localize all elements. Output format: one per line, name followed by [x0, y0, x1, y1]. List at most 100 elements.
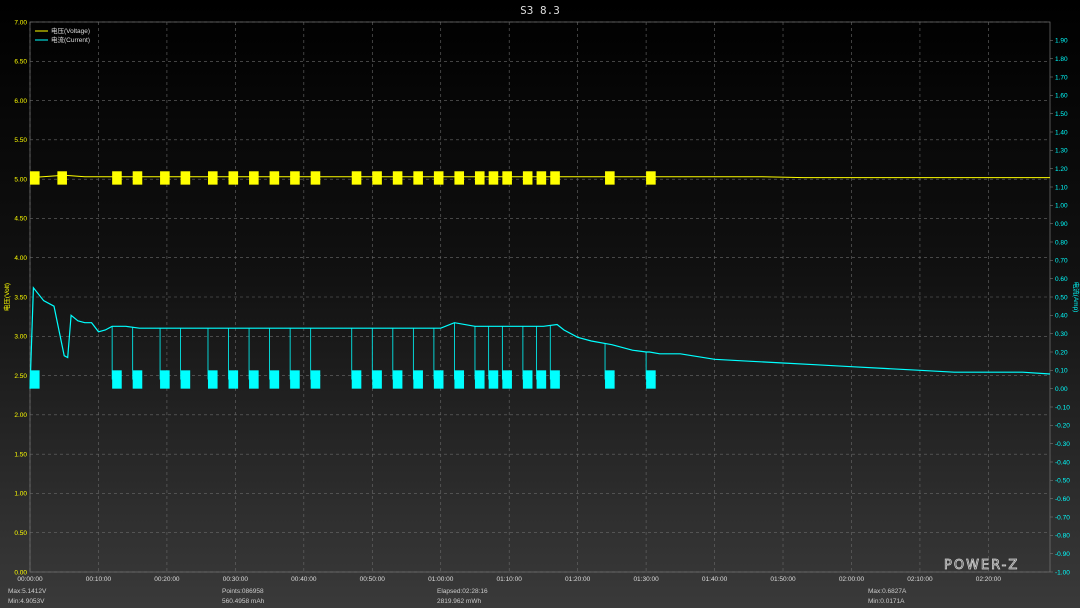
y-left-tick-label: 3.00 [14, 334, 27, 341]
voltage-burst [372, 171, 382, 185]
x-tick-label: 01:20:00 [565, 576, 591, 583]
current-drop-block [160, 370, 170, 389]
y-right-tick-label: 0.20 [1055, 349, 1068, 356]
y-right-tick-label: -1.00 [1055, 569, 1070, 576]
voltage-burst [30, 171, 40, 185]
x-ticks: 00:00:00 00:10:00 00:20:00 00:30:00 00:40:00… [17, 576, 1001, 583]
voltage-burst [413, 171, 423, 185]
y-right-tick-label: 0.40 [1055, 313, 1068, 320]
y-right-tick-label: 0.30 [1055, 331, 1068, 338]
current-drop-block [392, 370, 403, 389]
voltage-burst [228, 171, 239, 185]
series-layer [29, 171, 1051, 389]
current-drop-block [249, 370, 259, 389]
y-right-tick-label: -0.80 [1055, 533, 1070, 540]
current-drop-block [112, 370, 122, 389]
stat-min-current: Min:0.0171A [868, 598, 905, 605]
y-right-tick-label: 0.90 [1055, 221, 1068, 228]
current-drop-block [207, 370, 218, 389]
y-right-tick-label: 1.70 [1055, 74, 1068, 81]
voltage-burst [57, 171, 67, 185]
y-right-tick-label: 1.50 [1055, 111, 1068, 118]
x-tick-label: 01:50:00 [770, 576, 796, 583]
current-drop-block [474, 370, 485, 389]
x-tick-label: 00:10:00 [86, 576, 112, 583]
current-drop-block [132, 370, 143, 389]
y-right-tick-label: -0.40 [1055, 459, 1070, 466]
voltage-burst [646, 171, 656, 185]
voltage-burst [132, 171, 143, 185]
y-right-tick-label: 0.80 [1055, 239, 1068, 246]
voltage-burst [474, 171, 485, 185]
stat-energy: 2819.962 mWh [437, 598, 481, 605]
voltage-burst [454, 171, 465, 185]
y-left-tick-label: 0.50 [14, 530, 27, 537]
x-tick-label: 00:40:00 [291, 576, 317, 583]
current-drop-block [433, 370, 444, 389]
x-tick-label: 02:10:00 [907, 576, 933, 583]
y-left-tick-label: 1.00 [14, 491, 27, 498]
voltage-burst [522, 171, 533, 185]
current-drop-block [290, 370, 300, 389]
x-tick-label: 00:00:00 [17, 576, 43, 583]
current-drop-block [522, 370, 533, 389]
current-drop-block [269, 370, 280, 389]
y-right-tick-label: 1.90 [1055, 38, 1068, 45]
y-right-tick-label: 1.30 [1055, 148, 1068, 155]
y-left-tick-label: 6.00 [14, 98, 27, 105]
voltage-burst [207, 171, 218, 185]
stat-points: Points:086958 [222, 588, 264, 595]
current-drop-block [413, 370, 423, 389]
x-tick-label: 01:40:00 [702, 576, 728, 583]
legend-voltage: 电压(Voltage) [51, 26, 90, 35]
voltage-burst [550, 171, 560, 185]
x-tick-label: 01:10:00 [497, 576, 523, 583]
current-drop-block [605, 370, 615, 389]
stat-max-current: Max:0.6827A [868, 588, 907, 595]
y-right-tick-label: 0.00 [1055, 386, 1068, 393]
current-drop-block [30, 370, 40, 389]
y-right-label: 电流(Amp) [1072, 282, 1080, 313]
voltage-burst [249, 171, 259, 185]
y-left-tick-label: 5.50 [14, 137, 27, 144]
y-right-ticks: -1.00 -0.90 -0.80 -0.70 -0.60 -0.50 -0.40 -0.30… [1050, 38, 1070, 576]
y-right-tick-label: -0.90 [1055, 551, 1070, 558]
stat-elapsed: Elapsed:02:28:16 [437, 588, 488, 595]
y-right-tick-label: 1.00 [1055, 203, 1068, 210]
stat-max-voltage: Max:5.1412V [8, 588, 47, 595]
stat-min-voltage: Min:4.9053V [8, 598, 45, 605]
y-left-tick-label: 3.50 [14, 294, 27, 301]
current-drop-block [310, 370, 321, 389]
voltage-burst [112, 171, 122, 185]
current-drop-block [454, 370, 465, 389]
y-left-tick-label: 5.00 [14, 176, 27, 183]
legend: 电压(Voltage) 电流(Current) [35, 26, 90, 44]
y-right-tick-label: -0.70 [1055, 514, 1070, 521]
y-right-tick-label: 1.20 [1055, 166, 1068, 173]
y-left-tick-label: 7.00 [14, 19, 27, 26]
voltage-burst [502, 171, 512, 185]
chart: S3 8.3 0.00 0.50 1.00 1.50 2.00 2.50 3.00 3.50 4… [2, 4, 1080, 605]
current-drop-block [180, 370, 191, 389]
y-right-tick-label: 1.60 [1055, 93, 1068, 100]
voltage-burst [392, 171, 403, 185]
y-right-tick-label: 1.10 [1055, 184, 1068, 191]
chart-window: S3 8.3 0.00 0.50 1.00 1.50 2.00 2.50 3.00 3.50 4… [0, 0, 1080, 608]
current-drop-block [502, 370, 512, 389]
voltage-burst [605, 171, 615, 185]
y-right-tick-label: 1.80 [1055, 56, 1068, 63]
power-z-logo: POWER-Z [944, 558, 1019, 573]
y-right-tick-label: 0.60 [1055, 276, 1068, 283]
x-tick-label: 01:30:00 [633, 576, 659, 583]
voltage-burst [269, 171, 280, 185]
stat-capacity: 560.4958 mAh [222, 598, 265, 605]
voltage-burst [160, 171, 170, 185]
y-left-ticks: 0.000.501.001.502.002.503.003.504.004.50… [14, 19, 27, 576]
current-drop-block [536, 370, 547, 389]
y-right-tick-label: -0.20 [1055, 423, 1070, 430]
voltage-burst [310, 171, 321, 185]
x-tick-label: 00:20:00 [154, 576, 180, 583]
grid [29, 21, 1050, 573]
current-drop-block [372, 370, 382, 389]
voltage-burst [488, 171, 499, 185]
